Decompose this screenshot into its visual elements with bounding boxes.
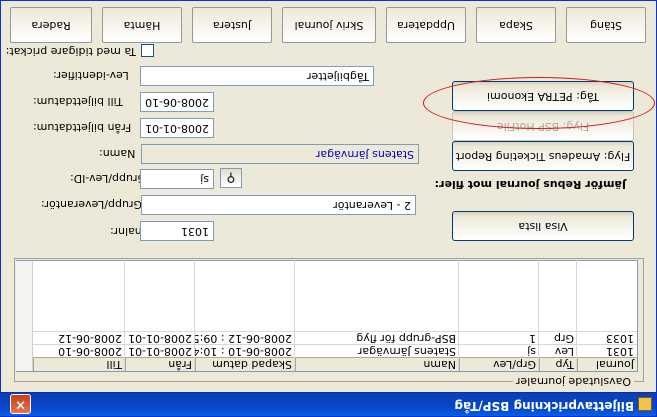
fran-biljettdatum-field[interactable]: 2008-01-01 [140,118,214,138]
highlight-ellipse [423,77,655,129]
table-row[interactable]: 1033 Grp 1 BSP-grupp för flyg 2008-06-12… [33,331,637,344]
till-biljettdatum-field[interactable]: 2008-06-10 [140,92,214,112]
grupp-levid-label: Grupp/Lev-ID: [70,172,146,185]
main-window: Biljettavprickning BSP/Tåg × Oavslutade … [0,0,657,417]
tab-hamta[interactable]: Hämta [102,7,182,43]
table-row[interactable]: 1031 Lev sj Statens Järnvägar 2008-06-10… [33,344,637,357]
lev-identifier-field[interactable]: Tågbiljetter [140,66,374,86]
column-header-grp-lev[interactable]: Grp/Lev [459,357,539,371]
vertical-scrollbar[interactable] [16,261,33,371]
column-header-journal[interactable]: Journal [577,357,637,371]
visa-lista-button[interactable]: Visa lista [452,211,634,241]
column-header-skapad[interactable]: Skapad datum [195,357,295,371]
cell-namn: Statens Järnvägar [357,345,456,357]
tab-skriv-journal[interactable]: Skriv journal [282,7,376,43]
cell-journal: 1031 [606,345,634,357]
window-title: Biljettavprickning BSP/Tåg [454,399,634,413]
cell-grp-lev: 1 [529,332,536,344]
column-header-namn[interactable]: Namn [295,357,459,371]
journalnr-field[interactable]: 1031 [140,221,214,241]
fran-biljettdatum-label: Från biljettdatum: [33,121,132,134]
namn-field: Statens Järnvägar [141,144,419,164]
cell-namn: BSP-grupp för flyg [356,332,456,344]
cell-typ: Grp [553,332,574,344]
app-icon [638,397,652,411]
namn-label: Namn: [99,147,136,160]
cell-journal: 1033 [606,332,634,344]
journal-table[interactable]: Journal Typ Grp/Lev Namn Skapad datum Fr… [16,259,638,372]
column-header-till[interactable]: Till [33,357,125,371]
tidigare-prickat-checkbox[interactable] [141,44,154,57]
jamfor-heading: Jämför Rebus journal mot filer: [434,178,626,191]
cell-till: 2008-06-10 [58,345,122,357]
close-button[interactable]: × [10,394,31,414]
amadeus-report-button[interactable]: Flyg: Amadeus Ticketing Report [452,141,634,171]
tab-uppdatera[interactable]: Uppdatera [386,7,466,43]
journal-group-legend: Oavslutade journaler [512,375,634,388]
title-bar: Biljettavprickning BSP/Tåg × [0,392,656,416]
grupp-levid-field[interactable]: sj [140,169,214,189]
cell-grp-lev: sj [527,345,536,357]
tab-skapa[interactable]: Skapa [476,7,556,43]
cell-typ: Lev [554,345,574,357]
grupp-leverantor-label: Grupp/Leverantör: [41,198,142,211]
cell-skapad: 2008-06-12 : 09:52 [195,332,292,344]
lev-identifier-label: Lev-identifier: [53,69,129,82]
grupp-leverantor-field[interactable]: 2 - Leverantör [141,195,416,215]
column-header-typ[interactable]: Typ [539,357,577,371]
till-biljettdatum-label: Till biljettdatum: [33,95,124,108]
column-header-fran[interactable]: Från [125,357,195,371]
tab-stang[interactable]: Stäng [566,7,646,43]
tidigare-prickat-label: Ta med tidigare prickat: [5,45,136,58]
tab-justera[interactable]: Justera [192,7,272,43]
cell-fran: 2008-01-01 [128,332,192,344]
tab-radera[interactable]: Radera [10,7,92,43]
cell-till: 2008-06-12 [58,332,122,344]
cell-skapad: 2008-06-10 : 10:45 [195,345,292,357]
cell-fran: 2008-01-01 [128,345,192,357]
binoculars-search-icon[interactable]: ⚲ [220,168,242,188]
